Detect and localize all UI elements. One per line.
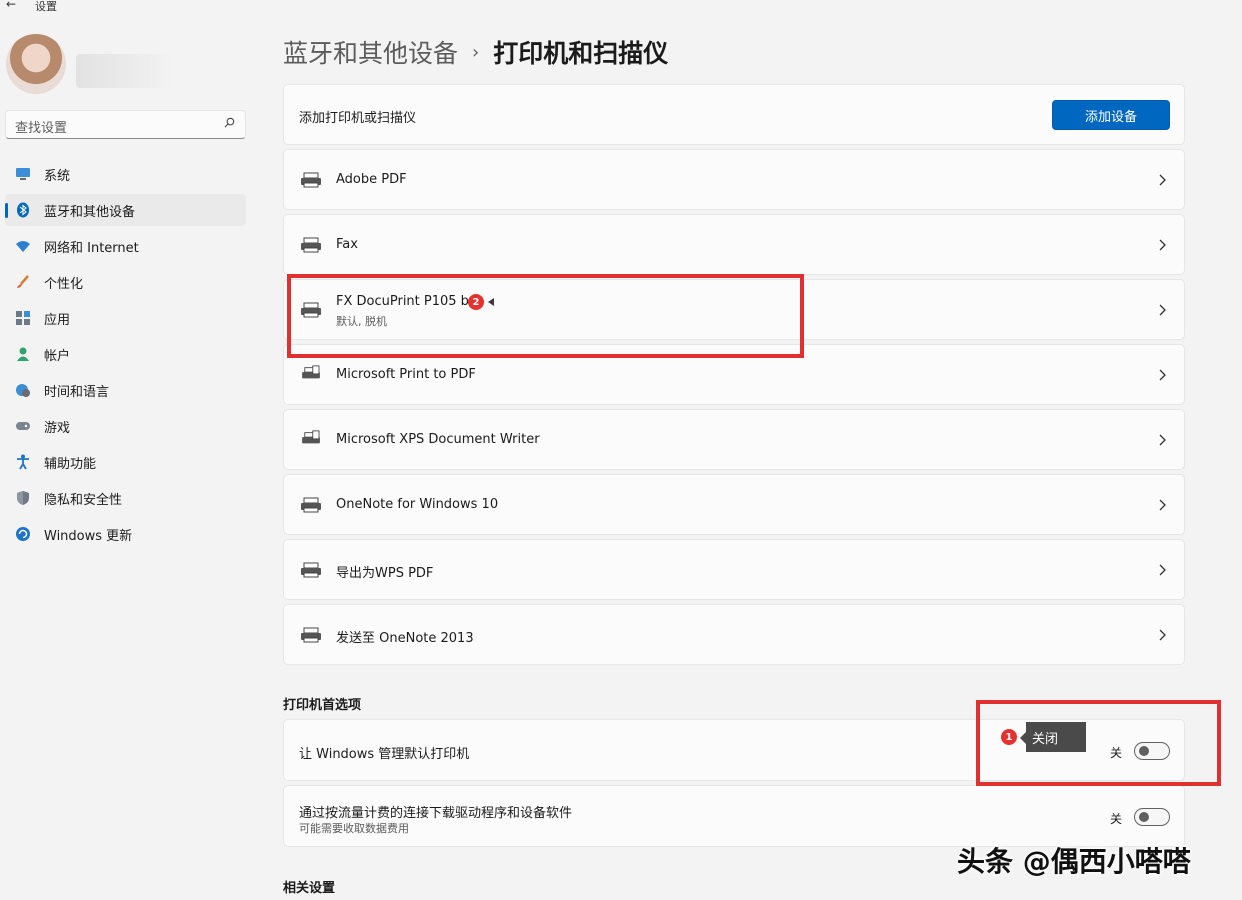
search-placeholder: 查找设置	[15, 121, 68, 136]
printer-icon	[301, 562, 321, 578]
section-title-printer-preferences: 打印机首选项	[283, 698, 362, 713]
globe-clock-icon	[15, 382, 31, 398]
wifi-icon	[15, 238, 31, 254]
sidebar-item-windows-update[interactable]: Windows 更新	[5, 518, 246, 550]
accessibility-icon	[15, 454, 31, 470]
chevron-right-icon	[1159, 629, 1166, 641]
chevron-right-icon	[1159, 499, 1166, 511]
monitor-icon	[15, 166, 31, 182]
printer-icon	[301, 497, 321, 513]
sidebar-item-label: 系统	[44, 168, 71, 184]
sidebar-item-label: 应用	[44, 312, 71, 328]
setting-label: 让 Windows 管理默认打印机	[299, 747, 470, 762]
printer-row[interactable]: OneNote for Windows 10	[283, 474, 1185, 535]
sidebar-item-gaming[interactable]: 游戏	[5, 410, 246, 442]
tooltip: 关闭	[1026, 722, 1086, 752]
printer-icon	[301, 172, 321, 188]
printer-name: Microsoft Print to PDF	[336, 367, 476, 382]
chevron-right-icon	[1159, 239, 1166, 251]
title-bar: ← 设置	[0, 0, 1242, 14]
annotation-box-printer	[287, 274, 804, 358]
printer-name: Fax	[336, 237, 358, 252]
bluetooth-icon	[15, 202, 31, 218]
sidebar-nav: 系统 蓝牙和其他设备 网络和 Internet 个性化 应用 帐户 时间和语言 …	[5, 158, 246, 554]
shield-icon	[15, 490, 31, 506]
toggle-knob	[1139, 812, 1149, 822]
watermark: 头条 @偶西小嗒嗒	[957, 845, 1191, 878]
chevron-right-icon	[1159, 369, 1166, 381]
printer-xps-icon	[302, 430, 320, 444]
printer-icon	[301, 237, 321, 253]
add-device-button[interactable]: 添加设备	[1052, 100, 1170, 130]
sidebar-item-label: 帐户	[44, 348, 71, 364]
toggle-state-text: 关	[1109, 812, 1122, 826]
printer-name: 导出为WPS PDF	[336, 566, 434, 581]
page-title: 打印机和扫描仪	[493, 39, 669, 68]
avatar[interactable]	[6, 34, 66, 94]
person-icon	[15, 346, 31, 362]
apps-icon	[15, 310, 31, 326]
sidebar-item-time-language[interactable]: 时间和语言	[5, 374, 246, 406]
search-input[interactable]: 查找设置	[5, 110, 246, 139]
sidebar-item-system[interactable]: 系统	[5, 158, 246, 190]
printer-pdf-icon	[302, 365, 320, 379]
setting-row-metered-download: 通过按流量计费的连接下载驱动程序和设备软件 可能需要收取数据费用 关	[283, 785, 1185, 847]
gamepad-icon	[15, 418, 31, 434]
setting-label: 通过按流量计费的连接下载驱动程序和设备软件	[299, 806, 573, 821]
annotation-badge-1: 1	[1001, 729, 1017, 745]
chevron-right-icon	[1159, 434, 1166, 446]
profile-name-blurred	[76, 54, 176, 88]
brush-icon	[15, 274, 31, 290]
breadcrumb-separator: ›	[472, 41, 480, 63]
sidebar-item-accounts[interactable]: 帐户	[5, 338, 246, 370]
printer-name: Microsoft XPS Document Writer	[336, 432, 540, 447]
sidebar-item-label: Windows 更新	[44, 528, 133, 544]
pointer-arrow-icon	[488, 298, 494, 306]
printer-row[interactable]: Adobe PDF	[283, 149, 1185, 210]
setting-sub-label: 可能需要收取数据费用	[299, 822, 409, 835]
add-printer-label: 添加打印机或扫描仪	[299, 111, 417, 126]
printer-row[interactable]: Fax	[283, 214, 1185, 275]
sidebar-item-label: 隐私和安全性	[44, 492, 123, 508]
sidebar-item-label: 游戏	[44, 420, 71, 436]
sidebar-item-label: 蓝牙和其他设备	[44, 204, 136, 220]
breadcrumb: 蓝牙和其他设备 › 打印机和扫描仪	[283, 34, 668, 70]
chevron-right-icon	[1159, 564, 1166, 576]
printer-name: 发送至 OneNote 2013	[336, 631, 474, 646]
add-printer-card: 添加打印机或扫描仪 添加设备	[283, 84, 1185, 145]
sidebar-item-label: 网络和 Internet	[44, 240, 139, 256]
annotation-badge-2: 2	[468, 294, 484, 310]
sidebar-item-accessibility[interactable]: 辅助功能	[5, 446, 246, 478]
sidebar-item-apps[interactable]: 应用	[5, 302, 246, 334]
metered-download-toggle[interactable]	[1134, 808, 1170, 826]
app-title: 设置	[35, 0, 57, 13]
printer-row[interactable]: 导出为WPS PDF	[283, 539, 1185, 600]
section-title-related-settings: 相关设置	[283, 881, 336, 896]
printer-row[interactable]: 发送至 OneNote 2013	[283, 604, 1185, 665]
chevron-right-icon	[1159, 304, 1166, 316]
sidebar-item-bluetooth[interactable]: 蓝牙和其他设备	[5, 194, 246, 226]
sidebar-item-personalization[interactable]: 个性化	[5, 266, 246, 298]
sidebar-item-network[interactable]: 网络和 Internet	[5, 230, 246, 262]
breadcrumb-parent[interactable]: 蓝牙和其他设备	[283, 34, 458, 70]
sidebar-item-label: 个性化	[44, 276, 84, 292]
update-icon	[15, 526, 31, 542]
sidebar-item-label: 辅助功能	[44, 456, 97, 472]
chevron-right-icon	[1159, 174, 1166, 186]
printer-name: OneNote for Windows 10	[336, 497, 499, 512]
sidebar-item-privacy[interactable]: 隐私和安全性	[5, 482, 246, 514]
search-icon	[224, 117, 235, 128]
printer-icon	[301, 627, 321, 643]
back-arrow-icon[interactable]: ←	[6, 0, 16, 11]
sidebar-item-label: 时间和语言	[44, 384, 110, 400]
printer-row[interactable]: Microsoft XPS Document Writer	[283, 409, 1185, 470]
printer-name: Adobe PDF	[336, 172, 407, 187]
